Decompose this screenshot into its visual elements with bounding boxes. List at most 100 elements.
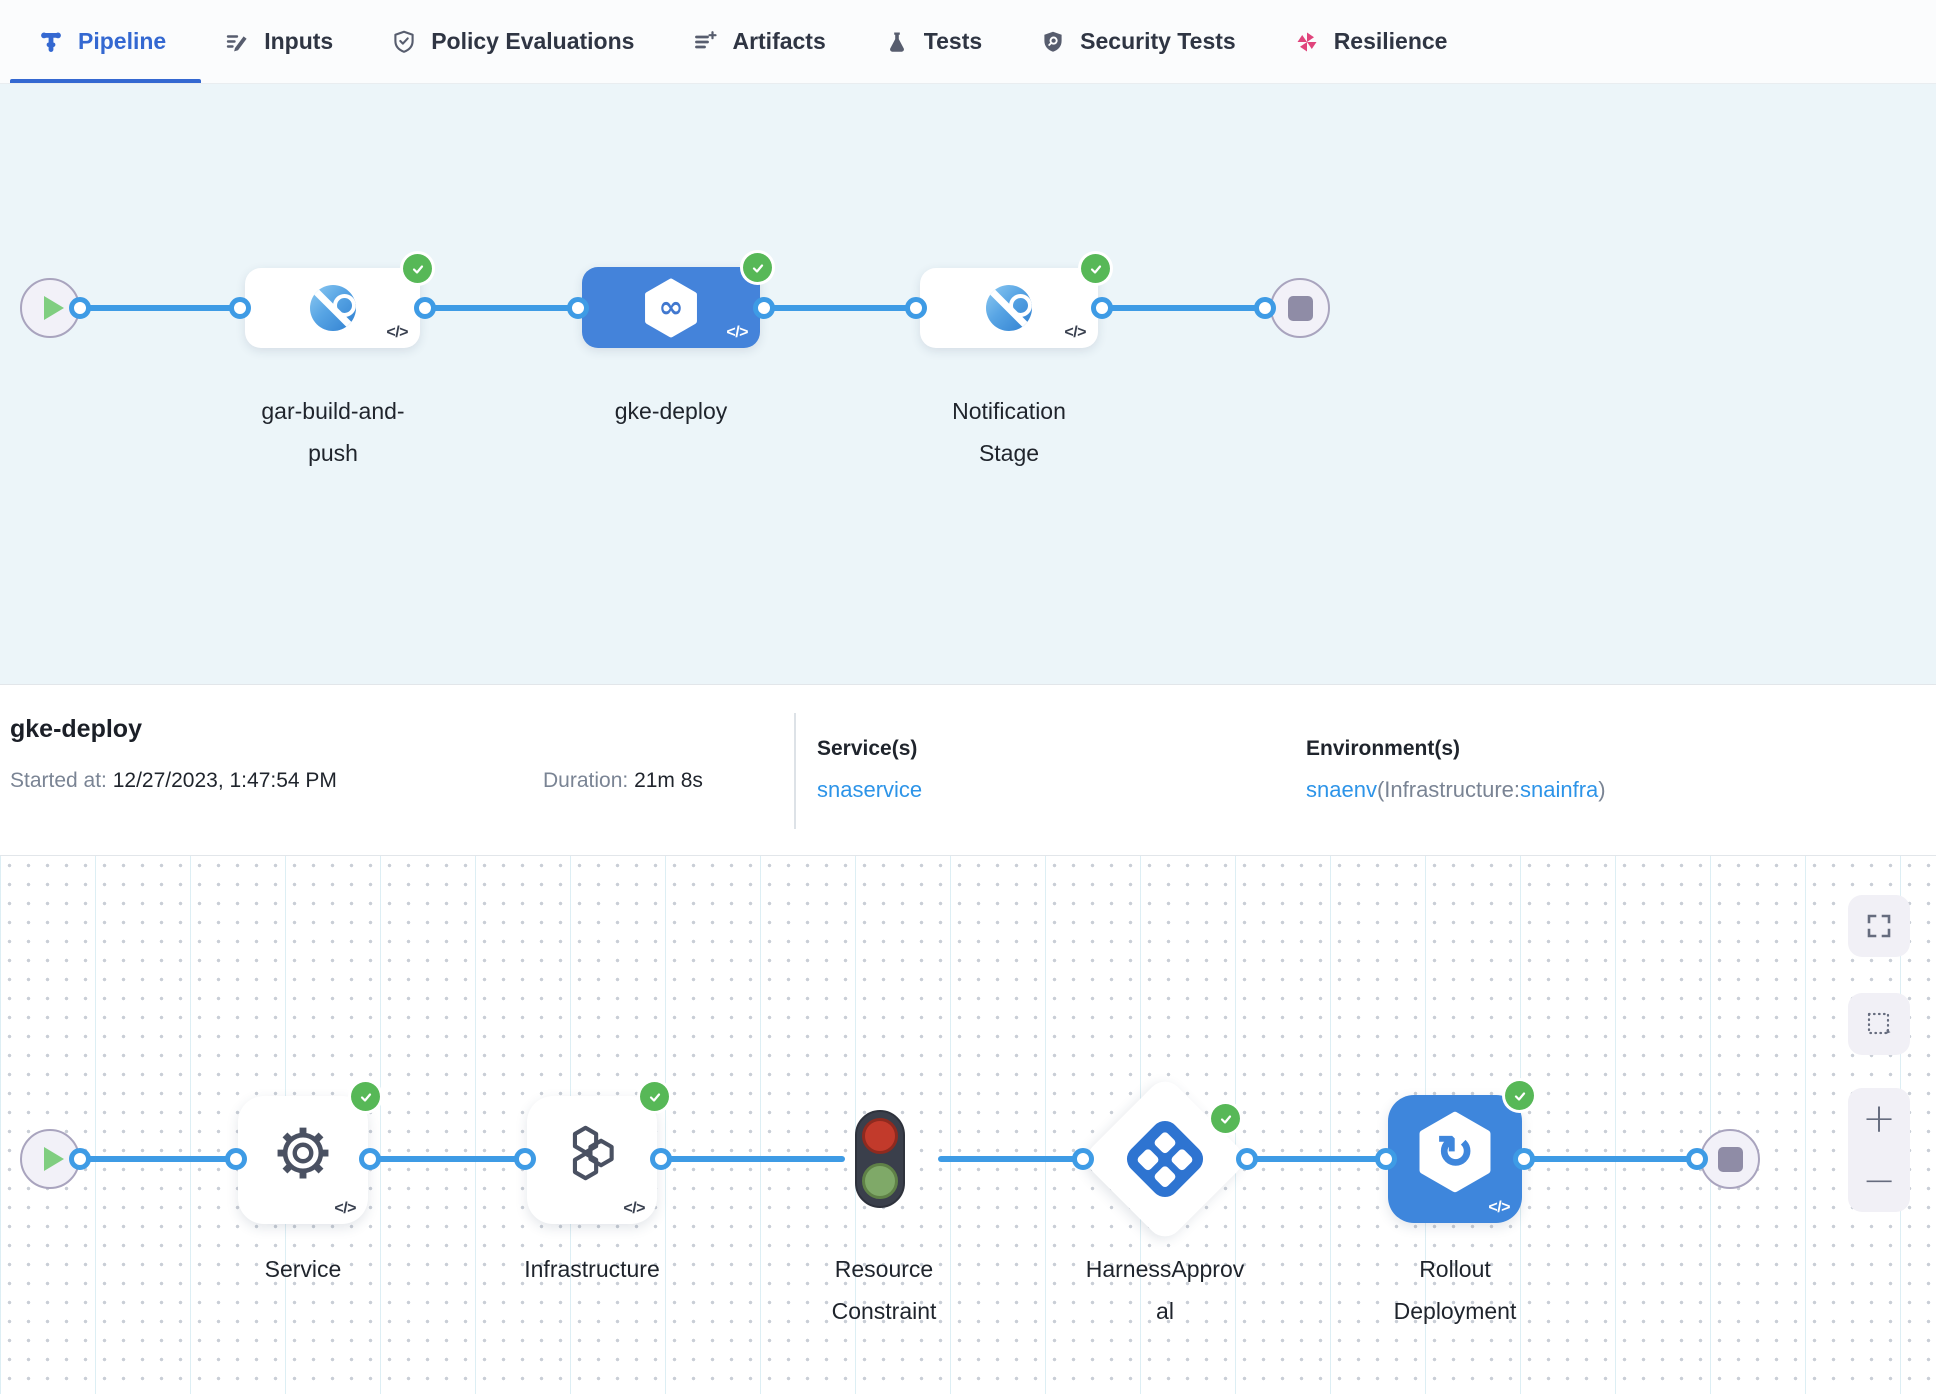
- tab-label: Pipeline: [78, 28, 166, 55]
- tests-flask-icon: [884, 29, 910, 55]
- services-label: Service(s): [817, 737, 917, 761]
- graph-port: [514, 1148, 536, 1170]
- service-link[interactable]: snaservice: [817, 777, 922, 802]
- fullscreen-button[interactable]: [1848, 895, 1910, 957]
- stage-title: gke-deploy: [10, 715, 142, 744]
- graph-edge: [1247, 1156, 1386, 1162]
- stage-node-notification-stage[interactable]: </>: [920, 268, 1098, 348]
- zoom-in-button[interactable]: +: [1862, 1099, 1896, 1139]
- rollout-deployment-icon: ↻: [1416, 1111, 1494, 1193]
- stage-node-gar-build-and-push[interactable]: </>: [245, 268, 420, 348]
- marquee-select-icon: [1864, 1009, 1894, 1039]
- execution-tabbar: Pipeline Inputs Policy Evaluations: [0, 0, 1936, 84]
- success-check-icon: [743, 253, 772, 282]
- environments-label: Environment(s): [1306, 737, 1460, 761]
- graph-edge: [1102, 305, 1265, 311]
- code-badge: </>: [386, 324, 408, 342]
- code-badge: </>: [726, 324, 748, 342]
- tab-artifacts[interactable]: Artifacts: [663, 0, 854, 83]
- graph-edge: [80, 1156, 236, 1162]
- tab-inputs[interactable]: Inputs: [195, 0, 362, 83]
- graph-port: [1072, 1148, 1094, 1170]
- graph-port: [1091, 297, 1113, 319]
- graph-edge: [938, 1156, 1083, 1162]
- graph-port: [905, 297, 927, 319]
- tab-tests[interactable]: Tests: [855, 0, 1011, 83]
- graph-port: [1236, 1148, 1258, 1170]
- step-graph-canvas[interactable]: </> </>: [0, 856, 1936, 1394]
- tab-label: Resilience: [1334, 28, 1448, 55]
- tab-label: Tests: [924, 28, 982, 55]
- resilience-pinwheel-icon: [1294, 29, 1320, 55]
- divider: [794, 713, 796, 829]
- graph-edge: [370, 1156, 525, 1162]
- graph-end-node: [1700, 1129, 1760, 1189]
- success-check-icon: [1081, 254, 1110, 283]
- tab-label: Artifacts: [732, 28, 825, 55]
- code-badge: </>: [1488, 1199, 1510, 1217]
- rollout-arrow-glyph: ↻: [1416, 1111, 1494, 1193]
- graph-port: [753, 297, 775, 319]
- fullscreen-icon: [1864, 911, 1894, 941]
- graph-port: [567, 297, 589, 319]
- graph-port: [1254, 297, 1276, 319]
- graph-end-node: [1270, 278, 1330, 338]
- environment-link-row: snaenv(Infrastructure:snainfra): [1306, 777, 1606, 803]
- graph-edge: [661, 1156, 845, 1162]
- tab-resilience[interactable]: Resilience: [1265, 0, 1477, 83]
- stage-node-gke-deploy[interactable]: ∞ </>: [582, 267, 760, 348]
- graph-port: [1513, 1148, 1535, 1170]
- policy-shield-check-icon: [391, 29, 417, 55]
- stage-graph-canvas[interactable]: </> ∞ </> </> gar-build-and-push gke-: [0, 84, 1936, 684]
- stage-label: gke-deploy: [585, 390, 757, 432]
- success-check-icon: [640, 1082, 669, 1111]
- graph-edge: [425, 305, 578, 311]
- stage-details-bar: gke-deploy Started at: 12/27/2023, 1:47:…: [0, 684, 1936, 856]
- infrastructure-prefix: (Infrastructure:: [1377, 777, 1520, 802]
- inputs-icon: [224, 29, 250, 55]
- ci-stage-icon: [310, 285, 356, 331]
- tab-pipeline[interactable]: Pipeline: [38, 0, 195, 83]
- custom-stage-icon: [986, 285, 1032, 331]
- stop-icon: [1718, 1147, 1743, 1172]
- code-badge: </>: [623, 1200, 645, 1218]
- step-node-rollout-deployment[interactable]: ↻ </>: [1388, 1095, 1522, 1223]
- graph-edge: [764, 305, 916, 311]
- infrastructure-link[interactable]: snainfra: [1520, 777, 1598, 802]
- tab-security-tests[interactable]: Security Tests: [1011, 0, 1265, 83]
- environment-link[interactable]: snaenv: [1306, 777, 1377, 802]
- graph-port: [414, 297, 436, 319]
- graph-port: [1375, 1148, 1397, 1170]
- marquee-select-button[interactable]: [1848, 993, 1910, 1055]
- step-node-resource-constraint[interactable]: [855, 1110, 905, 1208]
- code-badge: </>: [334, 1200, 356, 1218]
- deploy-stage-icon: ∞: [643, 278, 699, 338]
- success-check-icon: [351, 1082, 380, 1111]
- step-label: HarnessApproval: [1080, 1248, 1250, 1332]
- stage-label: gar-build-and-push: [247, 390, 419, 474]
- step-node-service[interactable]: </>: [238, 1096, 368, 1224]
- success-check-icon: [1505, 1081, 1534, 1110]
- duration: Duration: 21m 8s: [543, 769, 703, 793]
- play-icon: [44, 1147, 64, 1171]
- step-node-infrastructure[interactable]: </>: [527, 1096, 657, 1224]
- artifacts-list-plus-icon: [692, 29, 718, 55]
- graph-port: [69, 1148, 91, 1170]
- duration-label: Duration:: [543, 769, 628, 792]
- tab-policy-evaluations[interactable]: Policy Evaluations: [362, 0, 663, 83]
- started-at-value: 12/27/2023, 1:47:54 PM: [113, 769, 337, 792]
- play-icon: [44, 296, 64, 320]
- service-gear-icon: [270, 1120, 336, 1186]
- pipeline-execution-page: Pipeline Inputs Policy Evaluations: [0, 0, 1936, 1394]
- graph-port: [69, 297, 91, 319]
- started-at-label: Started at:: [10, 769, 107, 792]
- infinity-glyph: ∞: [643, 278, 699, 338]
- stage-label: Notification Stage: [923, 390, 1095, 474]
- zoom-controls: + −: [1848, 1088, 1910, 1212]
- step-label: Resource Constraint: [799, 1248, 969, 1332]
- tab-label: Security Tests: [1080, 28, 1236, 55]
- graph-port: [359, 1148, 381, 1170]
- zoom-out-button[interactable]: −: [1862, 1161, 1896, 1201]
- step-label: Service: [218, 1248, 388, 1290]
- tab-label: Policy Evaluations: [431, 28, 634, 55]
